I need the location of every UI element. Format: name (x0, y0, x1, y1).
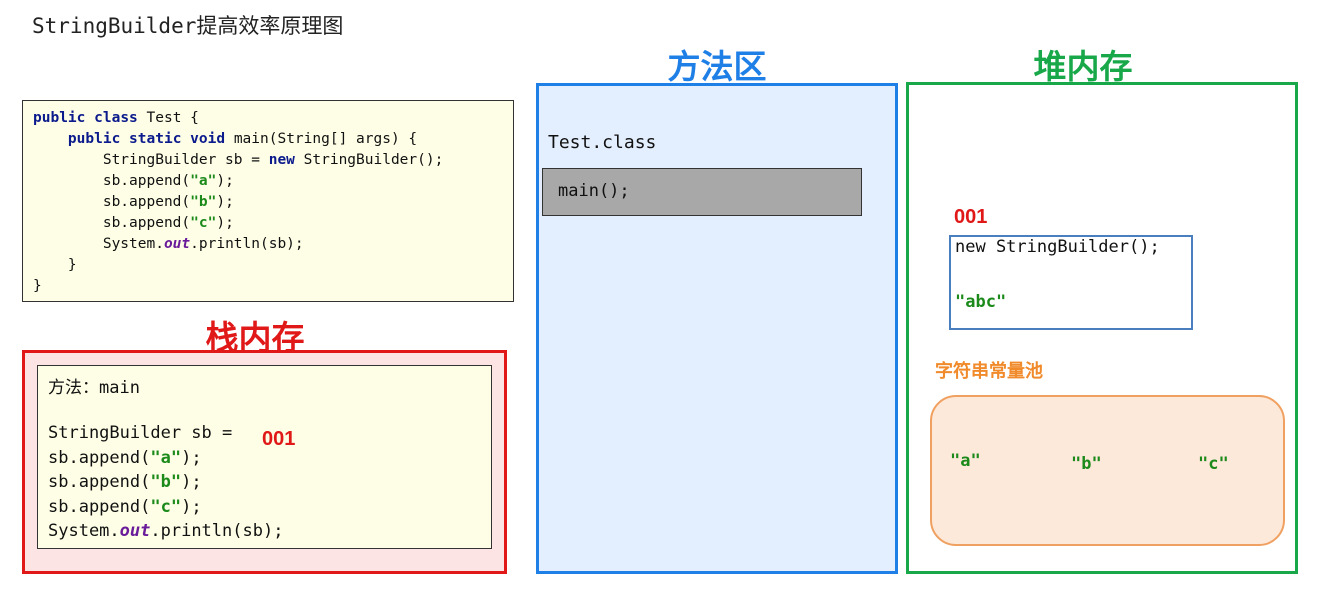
code-text: sb.append( (102, 194, 191, 210)
code-text: sb.append( (102, 215, 191, 231)
code-keyword: new (268, 152, 295, 168)
code-text: } (33, 278, 42, 294)
code-keyword: static (129, 131, 182, 147)
method-area-title: 方法区 (667, 47, 767, 86)
code-text: ); (216, 194, 234, 210)
stack-append-c: sb.append("c"); (48, 497, 202, 517)
stack-text: sb.append( (48, 472, 151, 492)
stack-text: .println(sb); (150, 521, 284, 541)
code-text: main(String[] args) { (225, 131, 418, 147)
stack-text: sb.append( (48, 448, 151, 468)
heap-title: 堆内存 (1033, 47, 1133, 86)
code-keyword: public (67, 131, 121, 147)
stack-sb-line: StringBuilder sb = (48, 423, 242, 443)
code-text: StringBuilder sb = (102, 152, 269, 168)
string-pool-title: 字符串常量池 (935, 361, 1043, 382)
stack-string: "c" (150, 497, 182, 517)
pool-string-c: "c" (1198, 454, 1229, 474)
stack-text: ); (181, 497, 202, 517)
stack-text: sb.append( (48, 497, 151, 517)
stack-text: ); (181, 448, 202, 468)
code-line-close-outer: } (33, 276, 513, 297)
pool-string-a: "a" (950, 451, 981, 471)
stack-append-a: sb.append("a"); (48, 448, 202, 468)
code-text: } (67, 257, 77, 273)
code-text: sb.append( (102, 173, 191, 189)
stack-static-field: out (119, 521, 151, 541)
stack-println: System.out.println(sb); (48, 521, 283, 541)
method-area-box (536, 83, 898, 574)
stack-append-b: sb.append("b"); (48, 472, 202, 492)
code-line-println: System.out.println(sb); (33, 234, 513, 255)
stack-text: StringBuilder sb = (48, 423, 243, 443)
code-text: System. (102, 236, 164, 252)
main-method-block: main(); (542, 168, 862, 216)
stack-ref-address: 001 (262, 428, 296, 450)
code-keyword: class (94, 110, 138, 126)
code-line-close-inner: } (33, 255, 513, 276)
pool-string-b: "b" (1071, 454, 1102, 474)
code-text: StringBuilder(); (294, 152, 444, 168)
stack-text: ); (181, 472, 202, 492)
code-text: .println(sb); (190, 236, 304, 252)
code-keyword: void (190, 131, 226, 147)
stack-method-line: 方法：main (48, 378, 140, 398)
class-label: Test.class (548, 132, 657, 153)
code-text: ); (216, 215, 234, 231)
code-line-append-c: sb.append("c"); (33, 213, 513, 234)
code-line-main: public static void main(String[] args) { (33, 129, 513, 150)
object-constructor: new StringBuilder(); (955, 237, 1160, 257)
object-address: 001 (954, 206, 988, 228)
code-static-field: out (163, 236, 191, 252)
code-string: "a" (190, 173, 217, 189)
code-keyword: public (33, 110, 86, 126)
stack-text: System. (48, 521, 120, 541)
string-pool-box (930, 395, 1285, 546)
object-value: "abc" (955, 292, 1007, 312)
code-line-class: public class Test { (33, 108, 513, 129)
code-text: ); (216, 173, 234, 189)
code-line-append-a: sb.append("a"); (33, 171, 513, 192)
code-line-sb: StringBuilder sb = new StringBuilder(); (33, 150, 513, 171)
code-text: Test { (137, 110, 199, 126)
stack-string: "b" (150, 472, 182, 492)
code-string: "c" (190, 215, 217, 231)
code-box: public class Test { public static void m… (22, 100, 514, 302)
page-title: StringBuilder提高效率原理图 (32, 14, 344, 38)
code-string: "b" (190, 194, 217, 210)
stack-string: "a" (150, 448, 182, 468)
code-line-append-b: sb.append("b"); (33, 192, 513, 213)
